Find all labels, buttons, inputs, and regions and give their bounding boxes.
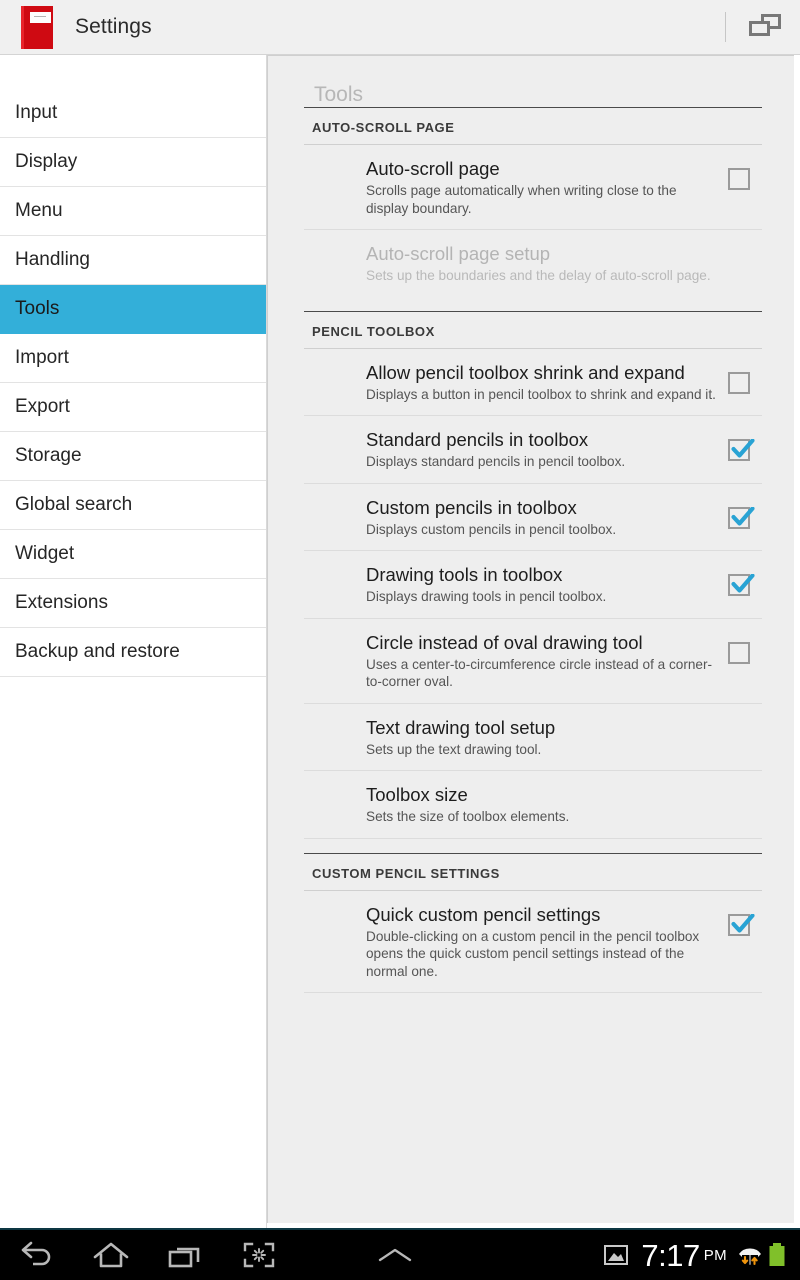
recent-apps-icon[interactable] bbox=[148, 1229, 222, 1280]
preference-text: Text drawing tool setup Sets up the text … bbox=[366, 716, 762, 759]
sidebar-item-label: Storage bbox=[15, 445, 82, 466]
preference-text: Auto-scroll page setup Sets up the bounda… bbox=[366, 242, 762, 285]
preference-summary: Uses a center-to-circumference circle in… bbox=[366, 656, 713, 690]
preference-checkbox[interactable] bbox=[728, 641, 750, 664]
sidebar-item-backup-and-restore[interactable]: Backup and restore bbox=[0, 628, 266, 677]
preference-checkbox[interactable] bbox=[728, 913, 755, 936]
preference-checkbox[interactable] bbox=[728, 574, 755, 596]
preference-title: Toolbox size bbox=[366, 784, 468, 805]
preference-row[interactable]: Circle instead of oval drawing tool Uses … bbox=[304, 619, 762, 704]
preference-sections: AUTO-SCROLL PAGE Auto-scroll page Scrolls … bbox=[268, 107, 794, 993]
multi-window-icon[interactable] bbox=[748, 12, 782, 42]
content-panel: Tools AUTO-SCROLL PAGE Auto-scroll page Sc… bbox=[267, 55, 800, 1228]
preference-checkbox[interactable] bbox=[728, 168, 750, 190]
preference-text: Allow pencil toolbox shrink and expand Di… bbox=[366, 361, 728, 404]
section-header: AUTO-SCROLL PAGE bbox=[304, 107, 762, 145]
sidebar-item-label: Backup and restore bbox=[15, 641, 180, 662]
preference-row[interactable]: Toolbox size Sets the size of toolbox ele… bbox=[304, 771, 762, 839]
chevron-up-icon[interactable] bbox=[358, 1229, 432, 1280]
preference-title: Drawing tools in toolbox bbox=[366, 564, 563, 585]
preference-text: Standard pencils in toolbox Displays stan… bbox=[366, 428, 728, 471]
sidebar-item-import[interactable]: Import bbox=[0, 334, 266, 383]
preference-text: Quick custom pencil settings Double-click… bbox=[366, 903, 728, 981]
sidebar-item-label: Global search bbox=[15, 494, 133, 515]
preference-title: Allow pencil toolbox shrink and expand bbox=[366, 361, 685, 383]
preference-title: Auto-scroll page bbox=[366, 158, 500, 179]
sidebar-item-export[interactable]: Export bbox=[0, 383, 266, 432]
screenshot-capture-icon[interactable] bbox=[222, 1229, 296, 1280]
status-area: 7:17 PM bbox=[603, 1240, 790, 1271]
sidebar-item-label: Handling bbox=[15, 249, 90, 270]
preference-title: Custom pencils in toolbox bbox=[366, 496, 577, 518]
preference-row[interactable]: Standard pencils in toolbox Displays stan… bbox=[304, 416, 762, 484]
home-icon[interactable] bbox=[74, 1229, 148, 1280]
preference-title: Circle instead of oval drawing tool bbox=[366, 631, 643, 653]
title-bar: Settings bbox=[0, 0, 800, 55]
sidebar-item-handling[interactable]: Handling bbox=[0, 236, 266, 285]
preference-row[interactable]: Quick custom pencil settings Double-click… bbox=[304, 891, 762, 993]
preference-summary: Displays standard pencils in pencil tool… bbox=[366, 454, 626, 469]
sidebar: Input Display Menu Handling Tools Import Expor… bbox=[0, 55, 267, 1228]
preference-row: Auto-scroll page setup Sets up the bounda… bbox=[304, 230, 762, 297]
sidebar-item-label: Menu bbox=[15, 200, 63, 221]
preference-checkbox[interactable] bbox=[728, 439, 755, 461]
preference-row[interactable]: Drawing tools in toolbox Displays drawing… bbox=[304, 551, 762, 619]
sidebar-item-label: Tools bbox=[15, 298, 60, 319]
preference-text: Drawing tools in toolbox Displays drawing… bbox=[366, 563, 728, 606]
sidebar-item-storage[interactable]: Storage bbox=[0, 432, 266, 481]
preference-title: Standard pencils in toolbox bbox=[366, 429, 589, 450]
sidebar-item-tools[interactable]: Tools bbox=[0, 285, 266, 334]
page-title: Tools bbox=[314, 83, 364, 106]
preference-row[interactable]: Custom pencils in toolbox Displays custom… bbox=[304, 484, 762, 551]
preference-row[interactable]: Allow pencil toolbox shrink and expand Di… bbox=[304, 349, 762, 416]
image-icon bbox=[603, 1243, 629, 1267]
settings-screen: Settings Input Display Menu Handling Tools Im… bbox=[0, 0, 800, 1280]
preference-row[interactable]: Auto-scroll page Scrolls page automatical… bbox=[304, 145, 762, 230]
sidebar-item-input[interactable]: Input bbox=[0, 89, 266, 138]
preference-summary: Sets up the text drawing tool. bbox=[366, 741, 542, 757]
sidebar-item-label: Extensions bbox=[15, 592, 108, 613]
sidebar-item-label: Export bbox=[15, 396, 70, 417]
preference-title: Quick custom pencil settings bbox=[366, 903, 601, 925]
sidebar-item-label: Import bbox=[15, 347, 69, 368]
preference-text: Auto-scroll page Scrolls page automatical… bbox=[366, 157, 728, 217]
section-header: PENCIL TOOLBOX bbox=[304, 310, 762, 349]
section-header: CUSTOM PENCIL SETTINGS bbox=[304, 852, 762, 891]
sidebar-item-label: Widget bbox=[15, 543, 75, 564]
sidebar-item-menu[interactable]: Menu bbox=[0, 187, 266, 236]
clock-meridiem: PM bbox=[703, 1246, 727, 1264]
preference-text: Custom pencils in toolbox Displays custom… bbox=[366, 496, 728, 539]
battery-full-icon bbox=[768, 1242, 786, 1268]
sidebar-item-label: Display bbox=[15, 151, 78, 172]
preference-summary: Displays drawing tools in pencil toolbox… bbox=[366, 589, 607, 604]
preference-title: Auto-scroll page setup bbox=[366, 243, 551, 264]
preference-summary: Sets up the boundaries and the delay of … bbox=[366, 268, 711, 283]
vertical-divider bbox=[725, 12, 726, 42]
system-navigation-bar: 7:17 PM bbox=[0, 1228, 800, 1280]
back-icon[interactable] bbox=[0, 1229, 74, 1280]
preference-checkbox[interactable] bbox=[728, 371, 750, 394]
red-notebook-icon bbox=[21, 5, 53, 49]
preference-summary: Double-clicking on a custom pencil in th… bbox=[366, 928, 700, 979]
sidebar-item-label: Input bbox=[15, 102, 58, 123]
title-bar-actions bbox=[725, 0, 800, 54]
sidebar-item-widget[interactable]: Widget bbox=[0, 530, 266, 579]
wifi-activity-icon bbox=[736, 1242, 764, 1268]
clock-time: 7:17 bbox=[641, 1237, 700, 1273]
preference-summary: Displays a button in pencil toolbox to s… bbox=[366, 386, 716, 402]
preference-checkbox[interactable] bbox=[728, 506, 755, 529]
sidebar-item-display[interactable]: Display bbox=[0, 138, 266, 187]
preference-text: Toolbox size Sets the size of toolbox ele… bbox=[366, 783, 762, 826]
preference-row[interactable]: Text drawing tool setup Sets up the text … bbox=[304, 704, 762, 771]
content-inner: Tools AUTO-SCROLL PAGE Auto-scroll page Sc… bbox=[267, 55, 794, 1223]
sidebar-item-global-search[interactable]: Global search bbox=[0, 481, 266, 530]
preference-summary: Sets the size of toolbox elements. bbox=[366, 809, 570, 824]
preference-summary: Scrolls page automatically when writing … bbox=[366, 183, 677, 216]
preference-summary: Displays custom pencils in pencil toolbo… bbox=[366, 521, 617, 537]
preference-text: Circle instead of oval drawing tool Uses … bbox=[366, 631, 728, 691]
app-title: Settings bbox=[75, 15, 152, 38]
preference-title: Text drawing tool setup bbox=[366, 716, 556, 738]
sidebar-item-extensions[interactable]: Extensions bbox=[0, 579, 266, 628]
